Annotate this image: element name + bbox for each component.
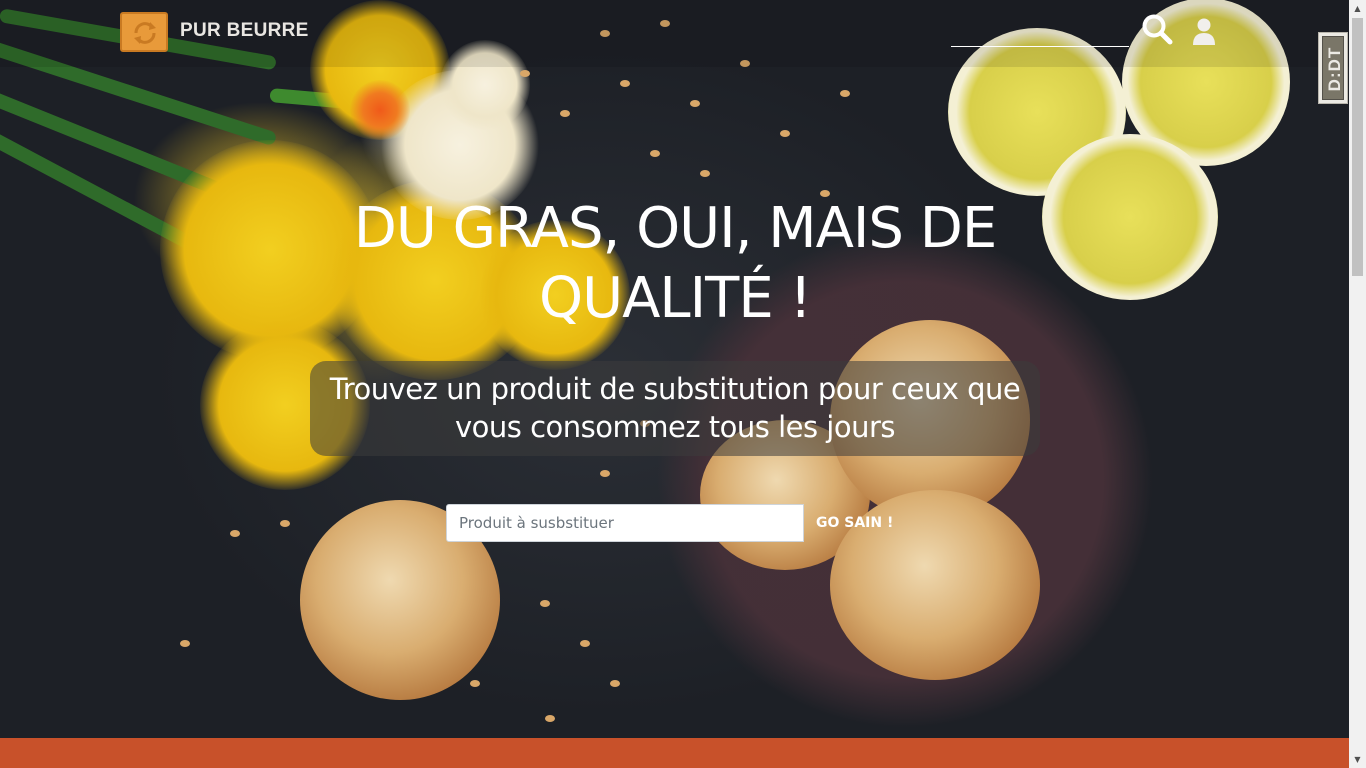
scroll-down-arrow-icon[interactable]: ▼ <box>1349 751 1366 768</box>
brand-logo[interactable] <box>120 12 168 52</box>
navbar-search-button[interactable] <box>1141 13 1173 45</box>
page-scrollbar[interactable]: ▲ ▼ <box>1349 0 1366 768</box>
hero-subtitle-box: Trouvez un produit de substitution pour … <box>310 361 1040 456</box>
scroll-up-arrow-icon[interactable]: ▲ <box>1349 0 1366 17</box>
go-sain-button[interactable]: GO SAIN ! <box>806 504 903 542</box>
navbar: PUR BEURRE <box>0 0 1349 67</box>
side-badge[interactable]: D:DT <box>1318 32 1348 104</box>
cookie-refresh-icon <box>134 22 156 44</box>
bottom-section-band <box>0 738 1349 768</box>
brand-name[interactable]: PUR BEURRE <box>180 20 309 42</box>
navbar-search-input[interactable] <box>951 20 1129 47</box>
page: PUR BEURRE D:DT DU GRAS, OUI, MAIS DE QU… <box>0 0 1366 768</box>
product-search-input[interactable] <box>446 504 804 542</box>
navbar-user-button[interactable] <box>1192 17 1216 47</box>
hero-title: DU GRAS, OUI, MAIS DE QUALITÉ ! <box>353 196 998 331</box>
search-icon <box>1142 14 1173 45</box>
scrollbar-thumb[interactable] <box>1352 18 1363 276</box>
side-badge-inner: D:DT <box>1322 36 1344 100</box>
side-badge-label: D:DT <box>1325 46 1344 92</box>
user-icon <box>1193 18 1215 45</box>
hero-subtitle: Trouvez un produit de substitution pour … <box>329 372 1021 444</box>
